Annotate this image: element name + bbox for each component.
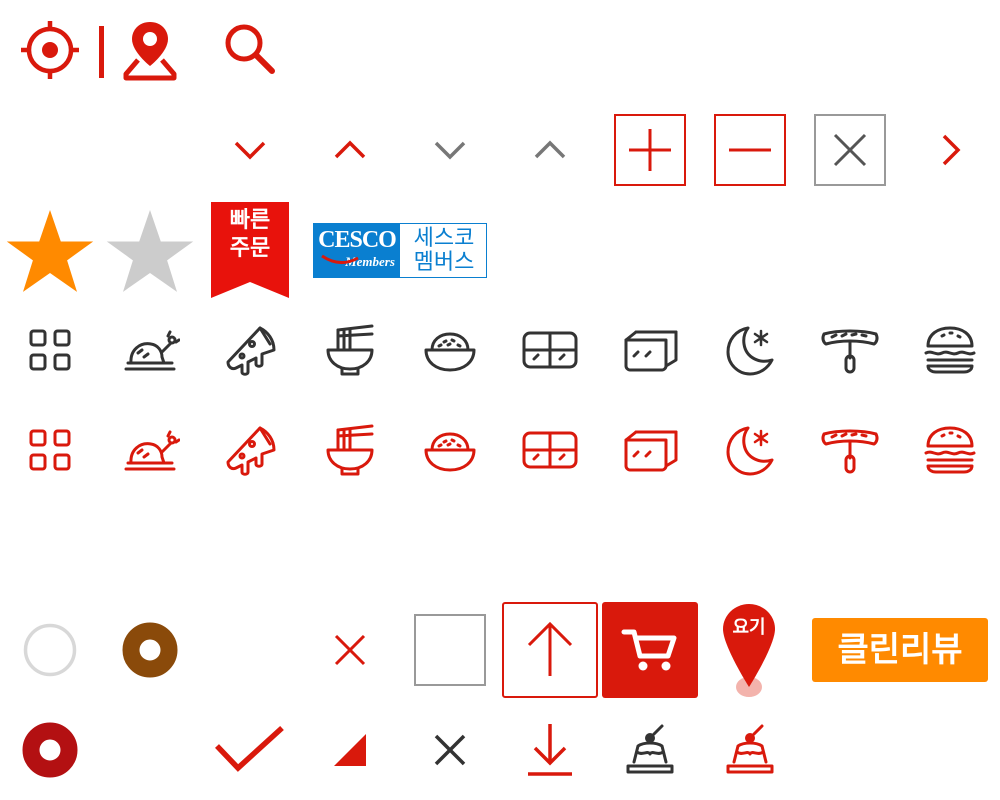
locate-icon[interactable] (0, 0, 100, 100)
side-dish-icon[interactable] (600, 300, 700, 400)
dessert-icon[interactable] (600, 700, 700, 800)
pizza-icon[interactable] (200, 400, 300, 500)
burger-icon[interactable] (900, 300, 1000, 400)
close-icon[interactable] (300, 600, 400, 700)
map-pin-label: 요기 (732, 617, 766, 638)
late-night-icon[interactable] (700, 400, 800, 500)
rice-bowl-icon[interactable] (400, 400, 500, 500)
dessert-icon[interactable] (700, 700, 800, 800)
cesco-members-badge: CESCO Members 세스코 멤버스 (313, 223, 487, 278)
clean-review-badge: 클린리뷰 (812, 618, 988, 682)
checkmark-icon[interactable] (200, 700, 300, 800)
noodle-icon[interactable] (300, 300, 400, 400)
cesco-label-2: 멤버스 (413, 250, 475, 275)
chevron-right-icon[interactable] (900, 100, 1000, 200)
checkbox-icon[interactable] (400, 600, 500, 700)
cesco-brand-text: CESCO (318, 227, 397, 253)
cesco-label-1: 세스코 (413, 226, 475, 251)
rice-bowl-icon[interactable] (400, 300, 500, 400)
close-box-icon[interactable] (800, 100, 900, 200)
noodle-icon[interactable] (300, 400, 400, 500)
plus-box-icon[interactable] (600, 100, 700, 200)
quick-order-label-1: 빠른 (229, 208, 271, 233)
chevron-down-icon[interactable] (200, 100, 300, 200)
radio-empty-icon[interactable] (0, 600, 100, 700)
chicken-icon[interactable] (100, 400, 200, 500)
radio-checked-icon[interactable] (0, 700, 100, 800)
pizza-icon[interactable] (200, 300, 300, 400)
late-night-icon[interactable] (700, 300, 800, 400)
cart-icon[interactable] (600, 600, 700, 700)
chicken-icon[interactable] (100, 300, 200, 400)
chevron-down-icon[interactable] (400, 100, 500, 200)
cesco-logo: CESCO Members (314, 224, 400, 277)
lunchbox-icon[interactable] (500, 300, 600, 400)
download-icon[interactable] (500, 700, 600, 800)
category-all-icon[interactable] (0, 400, 100, 500)
burger-icon[interactable] (900, 400, 1000, 500)
hot-dog-icon[interactable] (800, 300, 900, 400)
hot-dog-icon[interactable] (800, 400, 900, 500)
corner-triangle-icon (300, 700, 400, 800)
minus-box-icon[interactable] (700, 100, 800, 200)
chevron-up-icon[interactable] (500, 100, 600, 200)
scroll-top-icon[interactable] (500, 600, 600, 700)
chevron-up-icon[interactable] (300, 100, 400, 200)
lunchbox-icon[interactable] (500, 400, 600, 500)
close-icon[interactable] (400, 700, 500, 800)
star-filled-icon[interactable] (0, 200, 100, 300)
quick-order-label-2: 주문 (229, 236, 271, 261)
map-marker-pin[interactable]: 요기 (718, 602, 780, 698)
map-pin-icon[interactable] (100, 0, 200, 100)
quick-order-badge: 빠른 주문 (211, 202, 289, 298)
star-empty-icon[interactable] (100, 200, 200, 300)
side-dish-icon[interactable] (600, 400, 700, 500)
radio-checked-icon[interactable] (100, 600, 200, 700)
category-all-icon[interactable] (0, 300, 100, 400)
search-icon[interactable] (200, 0, 300, 100)
